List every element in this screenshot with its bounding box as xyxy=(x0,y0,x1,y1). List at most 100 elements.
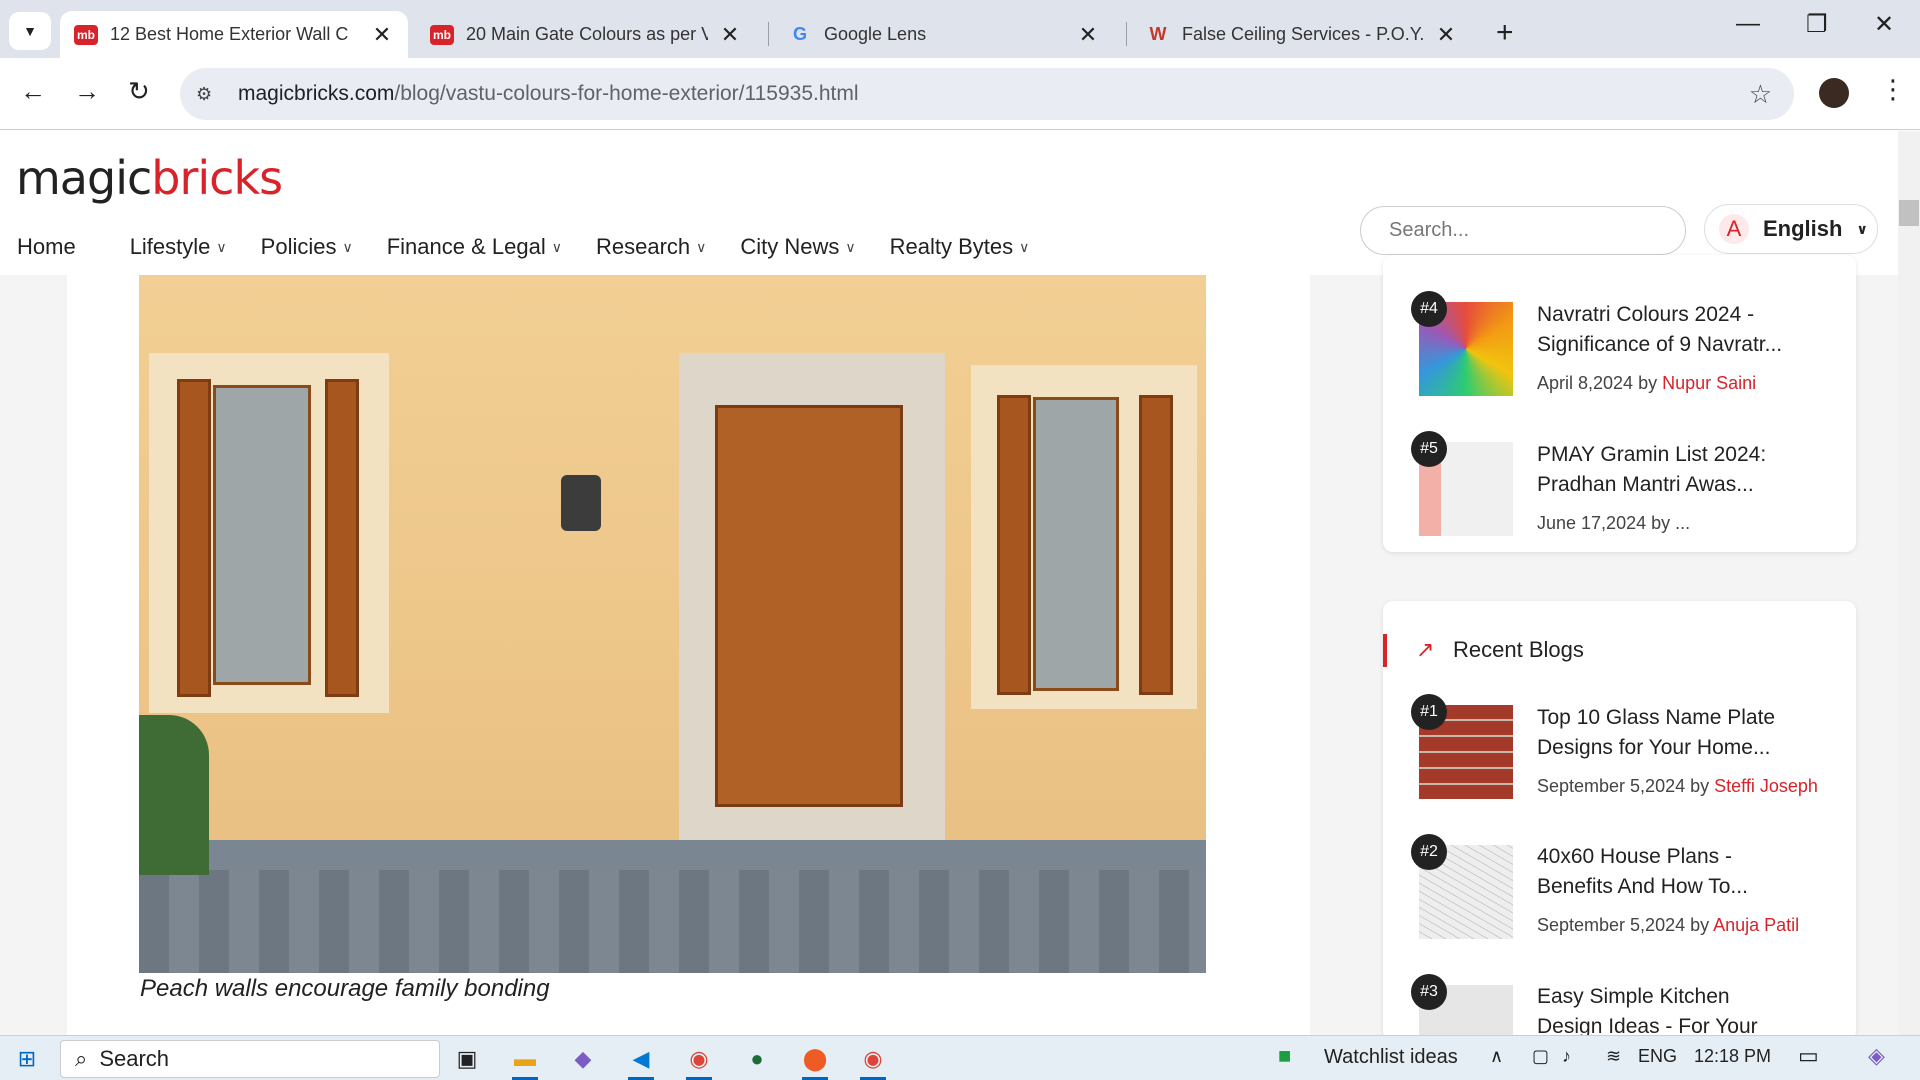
blog-date: September 5,2024 by xyxy=(1537,776,1715,796)
address-bar[interactable]: ⚙ magicbricks.com/blog/vastu-colours-for… xyxy=(180,68,1794,120)
postman-icon[interactable]: ⬤ xyxy=(798,1042,832,1080)
window-shutter xyxy=(997,395,1031,695)
bookmark-star-icon[interactable]: ☆ xyxy=(1749,79,1772,110)
blog-title-line[interactable]: Significance of 9 Navratr... xyxy=(1537,330,1782,360)
blog-author[interactable]: Steffi Joseph xyxy=(1714,776,1818,796)
copilot-icon[interactable]: ◈ xyxy=(1868,1043,1885,1069)
nav-policies[interactable]: Policies ∨ xyxy=(261,234,353,260)
restore-icon[interactable]: ❐ xyxy=(1806,10,1828,39)
notifications-icon[interactable]: ▭ xyxy=(1798,1043,1819,1069)
site-info-icon[interactable]: ⚙ xyxy=(196,84,224,105)
close-tab-icon[interactable]: ✕ xyxy=(1434,22,1458,48)
volume-icon[interactable]: ♪ xyxy=(1562,1046,1571,1067)
blog-author[interactable]: Nupur Saini xyxy=(1662,373,1756,393)
chevron-down-icon: ∨ xyxy=(551,238,562,255)
windows-start-icon[interactable]: ⊞ xyxy=(10,1042,44,1076)
chevron-down-icon: ∨ xyxy=(1856,220,1868,237)
mongodb-compass-icon[interactable]: ● xyxy=(740,1042,774,1076)
url-path: /blog/vastu-colours-for-home-exterior/11… xyxy=(394,82,859,105)
trending-chart-icon: ↗ xyxy=(1416,637,1435,662)
blog-title-line[interactable]: Easy Simple Kitchen xyxy=(1537,982,1730,1012)
nav-label: Policies xyxy=(260,234,337,259)
blog-meta: June 17,2024 by ... xyxy=(1537,513,1690,534)
taskbar-search[interactable]: ⌕ Search xyxy=(60,1040,440,1078)
blog-title-line[interactable]: Benefits And How To... xyxy=(1537,872,1748,902)
url-text: magicbricks.com/blog/vastu-colours-for-h… xyxy=(238,82,859,106)
section-accent xyxy=(1383,634,1387,667)
close-tab-icon[interactable]: ✕ xyxy=(370,22,394,48)
profile-avatar[interactable] xyxy=(1819,78,1849,108)
scrollbar-thumb[interactable] xyxy=(1899,200,1919,226)
chevron-up-icon[interactable]: ∧ xyxy=(1490,1046,1503,1067)
tab-google-lens[interactable]: G Google Lens ✕ xyxy=(774,11,1114,58)
task-view-icon[interactable]: ▣ xyxy=(450,1042,484,1076)
page-content: Peach walls encourage family bonding #4 … xyxy=(0,255,1898,1079)
close-tab-icon[interactable]: ✕ xyxy=(718,22,742,48)
blog-meta: April 8,2024 by Nupur Saini xyxy=(1537,373,1756,394)
close-tab-icon[interactable]: ✕ xyxy=(1076,22,1100,48)
window-shutter xyxy=(1139,395,1173,695)
nav-lifestyle[interactable]: Lifestyle ∨ xyxy=(130,234,227,260)
reload-icon[interactable]: ↻ xyxy=(128,76,150,107)
window-shutter xyxy=(177,379,211,697)
tab-false-ceiling[interactable]: W False Ceiling Services - P.O.Y. Bo ✕ xyxy=(1132,11,1472,58)
wifi-icon[interactable]: ≋ xyxy=(1606,1046,1621,1067)
blog-title-line[interactable]: Designs for Your Home... xyxy=(1537,733,1770,763)
blog-meta: September 5,2024 by Steffi Joseph xyxy=(1537,776,1818,797)
rank-badge: #3 xyxy=(1411,974,1447,1010)
logo-part-magic: magic xyxy=(16,151,152,205)
minimize-icon[interactable]: — xyxy=(1736,10,1760,38)
nav-research[interactable]: Research ∨ xyxy=(596,234,706,260)
article-column: Peach walls encourage family bonding xyxy=(67,275,1310,1035)
input-language[interactable]: ENG xyxy=(1638,1046,1677,1067)
blog-author[interactable]: Anuja Patil xyxy=(1713,915,1799,935)
nav-finance-legal[interactable]: Finance & Legal ∨ xyxy=(387,234,562,260)
window-shutter xyxy=(325,379,359,697)
nav-label: City News xyxy=(740,234,840,259)
language-icon: A xyxy=(1719,214,1749,244)
clock[interactable]: 12:18 PM xyxy=(1694,1046,1771,1067)
blog-title-line[interactable]: PMAY Gramin List 2024: xyxy=(1537,440,1766,470)
nav-label: Research xyxy=(595,234,691,259)
nav-label: Finance & Legal xyxy=(386,234,546,259)
blog-title-line[interactable]: Navratri Colours 2024 - xyxy=(1537,300,1754,330)
nav-city-news[interactable]: City News ∨ xyxy=(740,234,855,260)
blog-title-line[interactable]: 40x60 House Plans - xyxy=(1537,842,1732,872)
nav-realty-bytes[interactable]: Realty Bytes ∨ xyxy=(890,234,1030,260)
menu-dots-icon[interactable]: ⋮ xyxy=(1880,74,1906,105)
back-arrow-icon[interactable]: ← xyxy=(20,76,46,107)
tab-title: 20 Main Gate Colours as per V xyxy=(466,24,708,44)
vscode-icon[interactable]: ◀ xyxy=(624,1042,658,1080)
plant xyxy=(139,715,209,875)
magicbricks-logo[interactable]: magicbricks xyxy=(16,151,283,205)
close-window-icon[interactable]: ✕ xyxy=(1874,10,1894,39)
blog-title-line[interactable]: Top 10 Glass Name Plate xyxy=(1537,703,1775,733)
forward-arrow-icon[interactable]: → xyxy=(74,76,100,107)
file-explorer-icon[interactable]: ▬ xyxy=(508,1042,542,1080)
tab-title: False Ceiling Services - P.O.Y. Bo xyxy=(1182,24,1424,44)
nav-label: Home xyxy=(17,234,76,259)
watchlist-label[interactable]: Watchlist ideas xyxy=(1324,1046,1458,1069)
chevron-down-icon: ∨ xyxy=(845,238,856,255)
nav-label: Lifestyle xyxy=(129,234,211,259)
wooden-door xyxy=(715,405,903,807)
page-scrollbar[interactable] xyxy=(1898,131,1920,1035)
blog-date: April 8,2024 by xyxy=(1537,373,1663,393)
blog-meta: September 5,2024 by Anuja Patil xyxy=(1537,915,1799,936)
language-select[interactable]: A English ∨ xyxy=(1704,204,1878,254)
new-tab-plus-icon[interactable]: + xyxy=(1496,16,1514,50)
visual-studio-icon[interactable]: ◆ xyxy=(566,1042,600,1076)
meet-icon[interactable]: ▢ xyxy=(1532,1046,1549,1067)
site-search-input[interactable]: Search... xyxy=(1360,206,1686,255)
recent-blogs-heading: Recent Blogs xyxy=(1453,637,1584,662)
watchlist-icon[interactable]: ■ xyxy=(1278,1043,1291,1069)
rank-badge: #2 xyxy=(1411,834,1447,870)
nav-home[interactable]: Home xyxy=(17,234,76,260)
blog-title-line[interactable]: Pradhan Mantri Awas... xyxy=(1537,470,1754,500)
tab-active[interactable]: mb 12 Best Home Exterior Wall C ✕ xyxy=(60,11,408,58)
chrome-icon[interactable]: ◉ xyxy=(682,1042,716,1080)
logo-part-bricks: bricks xyxy=(151,151,283,205)
tab-main-gate-colours[interactable]: mb 20 Main Gate Colours as per V ✕ xyxy=(416,11,756,58)
chrome-profile-icon[interactable]: ◉ xyxy=(856,1042,890,1080)
tab-search-button[interactable]: ▼ xyxy=(9,12,51,50)
